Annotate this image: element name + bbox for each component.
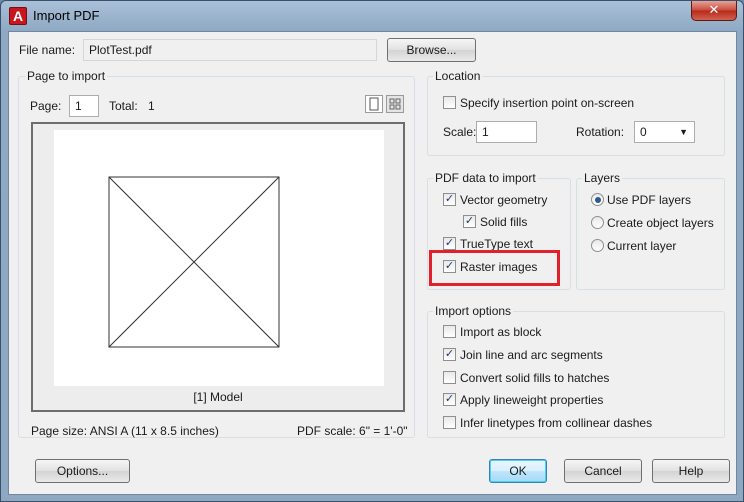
help-button[interactable]: Help: [652, 459, 730, 483]
layers-title: Layers: [582, 171, 623, 185]
solid-fills-checkbox[interactable]: ✓: [463, 215, 476, 228]
thumbnail-grid-view-icon[interactable]: [386, 95, 404, 113]
use-pdf-layers-label[interactable]: Use PDF layers: [607, 193, 691, 207]
window-title: Import PDF: [33, 8, 100, 23]
scale-input[interactable]: 1: [476, 121, 537, 143]
file-name-field: PlotTest.pdf: [83, 39, 377, 61]
title-bar[interactable]: A Import PDF ✕: [1, 1, 743, 31]
create-object-layers-radio[interactable]: [591, 216, 604, 229]
join-segments-checkbox[interactable]: ✓: [443, 348, 456, 361]
apply-lineweight-label[interactable]: Apply lineweight properties: [460, 393, 603, 407]
raster-images-highlight: [429, 250, 560, 286]
cancel-button[interactable]: Cancel: [564, 459, 642, 483]
vector-geometry-label[interactable]: Vector geometry: [460, 193, 547, 207]
current-layer-radio[interactable]: [591, 239, 604, 252]
use-pdf-layers-radio[interactable]: [591, 193, 604, 206]
import-options-title: Import options: [433, 304, 514, 318]
chevron-down-icon: ▼: [679, 127, 688, 137]
autocad-app-icon: A: [9, 7, 27, 25]
truetype-text-checkbox[interactable]: ✓: [443, 237, 456, 250]
preview-drawing: [108, 176, 280, 348]
preview-page-thumbnail: [54, 130, 384, 386]
close-button[interactable]: ✕: [691, 1, 737, 21]
convert-fills-label[interactable]: Convert solid fills to hatches: [460, 371, 609, 385]
convert-fills-checkbox[interactable]: [443, 371, 456, 384]
ok-button[interactable]: OK: [489, 459, 547, 483]
pdf-scale-text: PDF scale: 6" = 1'-0": [297, 424, 408, 438]
page-size-text: Page size: ANSI A (11 x 8.5 inches): [31, 424, 219, 438]
dialog-body: File name: PlotTest.pdf Browse... Page t…: [8, 31, 737, 495]
total-value: 1: [148, 99, 155, 113]
specify-insertion-checkbox[interactable]: [443, 96, 456, 109]
vector-geometry-checkbox[interactable]: ✓: [443, 193, 456, 206]
page-preview[interactable]: [1] Model: [31, 122, 405, 412]
import-pdf-dialog: A Import PDF ✕ File name: PlotTest.pdf B…: [0, 0, 744, 502]
truetype-text-label[interactable]: TrueType text: [460, 237, 533, 251]
create-object-layers-label[interactable]: Create object layers: [607, 216, 714, 230]
page-to-import-title: Page to import: [25, 69, 108, 83]
current-layer-label[interactable]: Current layer: [607, 239, 676, 253]
rotation-dropdown[interactable]: 0 ▼: [634, 121, 695, 143]
join-segments-label[interactable]: Join line and arc segments: [460, 348, 603, 362]
location-group: [427, 76, 725, 156]
import-as-block-checkbox[interactable]: [443, 325, 456, 338]
solid-fills-label[interactable]: Solid fills: [480, 215, 527, 229]
pdf-data-title: PDF data to import: [433, 171, 538, 185]
options-button[interactable]: Options...: [35, 459, 130, 483]
rotation-label: Rotation:: [576, 125, 625, 139]
specify-insertion-label[interactable]: Specify insertion point on-screen: [460, 96, 634, 110]
browse-button[interactable]: Browse...: [387, 38, 476, 62]
single-page-view-icon[interactable]: [365, 95, 383, 113]
infer-linetypes-label[interactable]: Infer linetypes from collinear dashes: [460, 416, 652, 430]
page-number-input[interactable]: 1: [69, 95, 99, 117]
rotation-value: 0: [640, 125, 647, 139]
preview-caption: [1] Model: [193, 390, 243, 404]
location-title: Location: [433, 69, 483, 83]
file-name-label: File name:: [19, 43, 76, 57]
import-as-block-label[interactable]: Import as block: [460, 325, 541, 339]
infer-linetypes-checkbox[interactable]: [443, 416, 456, 429]
scale-label: Scale:: [443, 125, 477, 139]
page-label: Page:: [30, 99, 62, 113]
apply-lineweight-checkbox[interactable]: ✓: [443, 393, 456, 406]
total-label: Total:: [109, 99, 138, 113]
